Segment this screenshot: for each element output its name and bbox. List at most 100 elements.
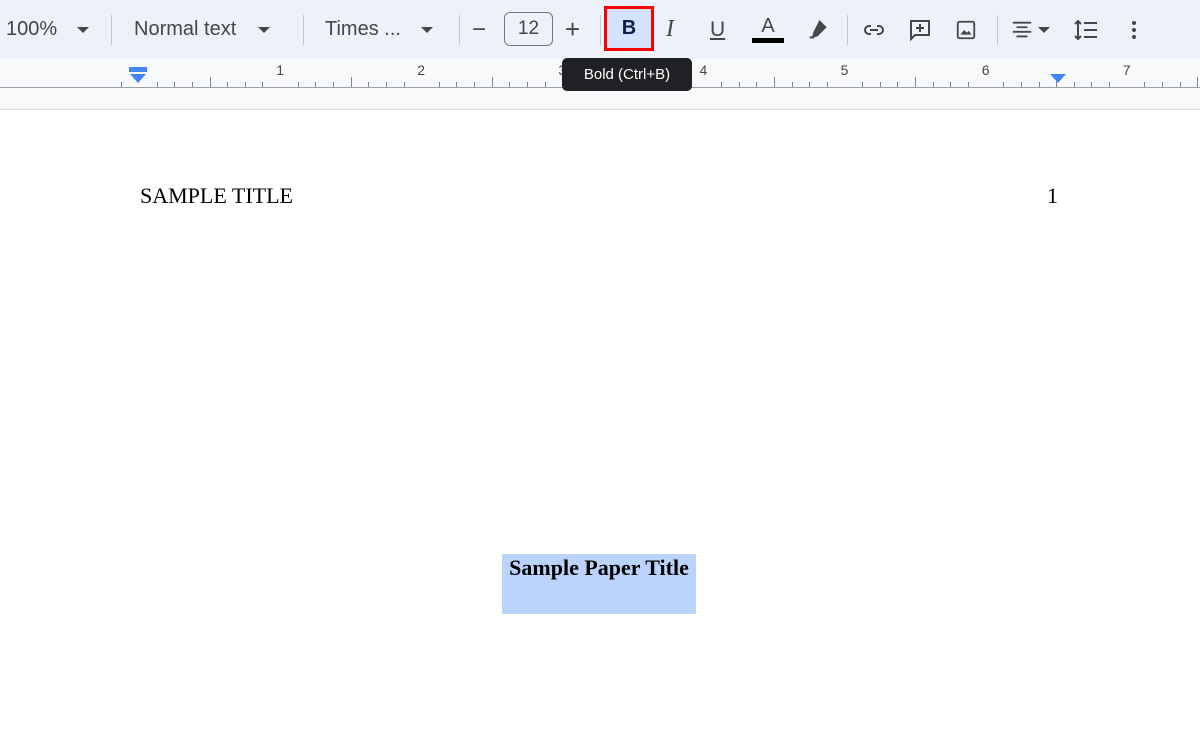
divider bbox=[303, 15, 304, 45]
ruler-tick bbox=[932, 82, 934, 87]
underline-button[interactable]: U bbox=[710, 0, 725, 59]
divider bbox=[600, 15, 601, 45]
increase-font-size-button[interactable]: + bbox=[565, 0, 580, 59]
align-center-icon bbox=[1012, 21, 1032, 37]
underline-icon: U bbox=[710, 17, 726, 41]
ruler-tick bbox=[474, 82, 476, 87]
more-icon bbox=[1132, 20, 1136, 39]
ruler-label: 2 bbox=[417, 62, 426, 78]
ruler-label: 5 bbox=[840, 62, 849, 78]
ruler-tick bbox=[879, 82, 881, 87]
chevron-down-icon bbox=[1038, 26, 1050, 33]
italic-icon: I bbox=[666, 16, 674, 42]
ruler-tick bbox=[227, 82, 229, 87]
line-spacing-icon bbox=[1074, 19, 1097, 40]
ruler-tick bbox=[368, 82, 370, 87]
ruler-label: 6 bbox=[981, 62, 990, 78]
add-comment-button[interactable] bbox=[908, 0, 932, 59]
highlighter-icon bbox=[809, 19, 827, 38]
ruler-tick bbox=[1161, 82, 1163, 87]
ruler-tick bbox=[156, 82, 158, 87]
font-select[interactable]: Times ... bbox=[325, 0, 433, 59]
text-color-swatch bbox=[752, 38, 784, 43]
style-value: Normal text bbox=[134, 18, 237, 40]
insert-image-button[interactable] bbox=[955, 0, 977, 59]
ruler-tick bbox=[544, 82, 546, 87]
ruler-tick bbox=[773, 77, 775, 87]
ruler-tick bbox=[509, 82, 511, 87]
chevron-down-icon bbox=[258, 26, 271, 33]
ruler-tick bbox=[1073, 82, 1075, 87]
header-title: SAMPLE TITLE bbox=[140, 183, 293, 208]
link-icon bbox=[864, 24, 884, 35]
font-value: Times ... bbox=[325, 18, 401, 40]
divider bbox=[847, 15, 848, 45]
ruler-tick bbox=[862, 82, 864, 87]
divider bbox=[111, 15, 112, 45]
ruler-tick bbox=[1038, 82, 1040, 87]
ruler-tick bbox=[950, 82, 952, 87]
ruler-tick bbox=[385, 82, 387, 87]
ruler-tick bbox=[121, 82, 123, 87]
left-indent-handle[interactable] bbox=[129, 67, 147, 72]
decrease-font-size-button[interactable]: − bbox=[472, 0, 486, 59]
ruler-tick bbox=[738, 82, 740, 87]
divider bbox=[459, 15, 460, 45]
ruler-tick bbox=[897, 82, 899, 87]
chevron-down-icon bbox=[77, 26, 90, 33]
ruler-tick bbox=[209, 77, 211, 87]
ruler-tick bbox=[438, 82, 440, 87]
add-comment-icon bbox=[910, 19, 930, 41]
chevron-down-icon bbox=[420, 26, 433, 33]
tooltip: Bold (Ctrl+B) bbox=[562, 58, 692, 91]
ruler-tick bbox=[333, 82, 334, 87]
text-color-button[interactable]: A bbox=[752, 0, 784, 59]
more-options-button[interactable] bbox=[1124, 0, 1144, 59]
ruler-tick bbox=[315, 82, 317, 87]
bold-icon: B bbox=[621, 17, 637, 39]
font-size-input[interactable]: 12 bbox=[504, 12, 553, 46]
toolbar: 100% Normal text Times ... − 12 + B I U … bbox=[0, 0, 1200, 59]
paper-title[interactable]: Sample Paper Title bbox=[502, 555, 696, 581]
line-spacing-button[interactable] bbox=[1073, 0, 1099, 59]
ruler-tick bbox=[1091, 82, 1093, 87]
italic-button[interactable]: I bbox=[666, 0, 674, 59]
ruler-tick bbox=[809, 82, 811, 87]
ruler-tick bbox=[1020, 82, 1022, 87]
right-indent-handle[interactable] bbox=[1050, 74, 1066, 83]
ruler-tick bbox=[491, 77, 493, 87]
ruler-label: 1 bbox=[276, 62, 284, 78]
ruler-tick bbox=[191, 82, 193, 87]
ruler-tick bbox=[915, 77, 917, 87]
ruler-tick bbox=[456, 82, 458, 87]
ruler-label: 7 bbox=[1122, 62, 1131, 78]
ruler-tick bbox=[403, 82, 405, 87]
bold-button[interactable]: B bbox=[604, 6, 654, 51]
ruler-tick bbox=[826, 82, 828, 87]
align-button[interactable] bbox=[1011, 0, 1050, 59]
zoom-select[interactable]: 100% bbox=[6, 0, 90, 59]
ruler-tick bbox=[244, 82, 246, 87]
ruler-tick bbox=[262, 82, 264, 87]
ruler-tick bbox=[1197, 77, 1199, 87]
first-line-indent-handle[interactable] bbox=[130, 74, 146, 83]
ruler-tick bbox=[967, 82, 969, 87]
ruler-tick bbox=[350, 77, 352, 87]
highlight-button[interactable] bbox=[806, 0, 828, 59]
zoom-value: 100% bbox=[6, 18, 58, 40]
ruler-tick bbox=[791, 82, 793, 87]
insert-link-button[interactable] bbox=[862, 0, 886, 59]
ruler-tick bbox=[756, 82, 758, 87]
ruler-label: 4 bbox=[699, 62, 708, 78]
page-number: 1 bbox=[1047, 183, 1058, 208]
ruler-tick bbox=[527, 82, 529, 87]
ruler-tick bbox=[174, 82, 176, 87]
text-color-icon: A bbox=[761, 15, 775, 37]
divider bbox=[997, 15, 998, 45]
ruler-tick bbox=[1144, 82, 1146, 87]
ruler-tick bbox=[1179, 82, 1181, 87]
ruler-tick bbox=[297, 82, 299, 87]
style-select[interactable]: Normal text bbox=[134, 0, 271, 59]
insert-image-icon bbox=[956, 20, 976, 39]
ruler-tick bbox=[1003, 82, 1005, 87]
